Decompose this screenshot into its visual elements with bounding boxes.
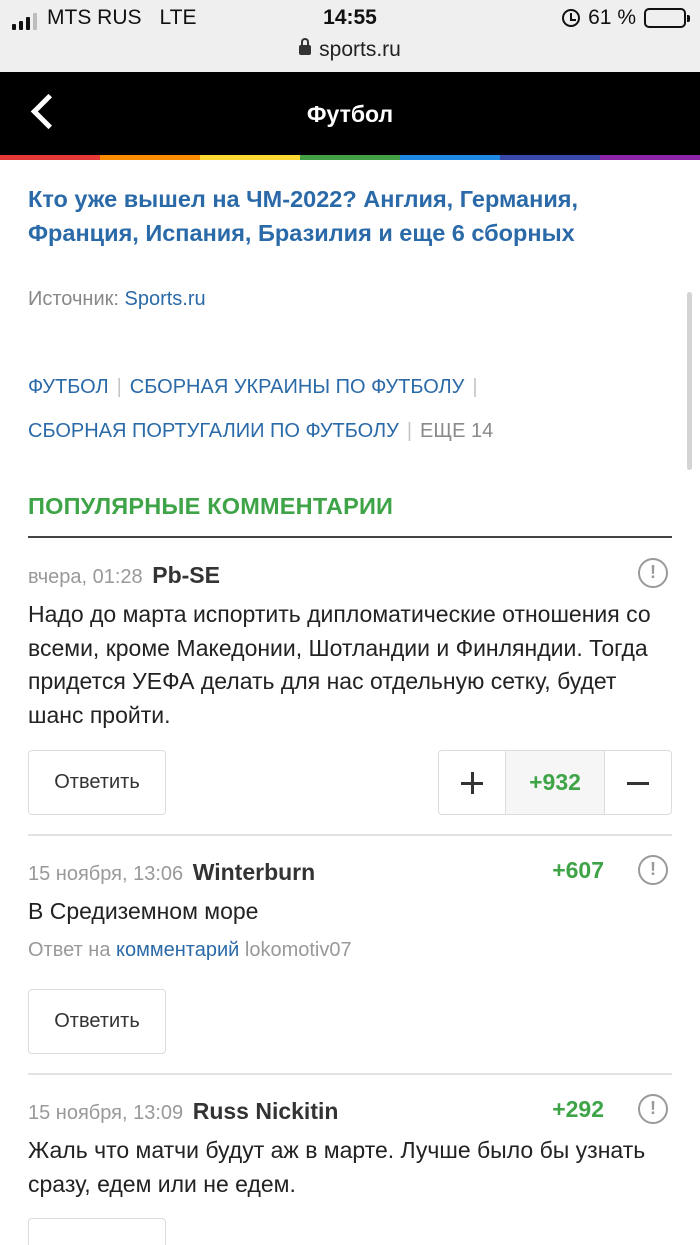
- source-label: Источник:: [28, 288, 119, 310]
- status-bar: MTS RUS LTE 14:55 61 % sports.ru: [0, 0, 700, 72]
- accent-stripe-segment: [300, 155, 400, 160]
- accent-stripe-segment: [100, 155, 200, 160]
- accent-stripe-segment: [500, 155, 600, 160]
- tag-portugal-team[interactable]: СБОРНАЯ ПОРТУГАЛИИ ПО ФУТБОЛУ: [28, 420, 399, 442]
- scrollbar[interactable]: [687, 292, 692, 470]
- vote-score: +932: [505, 751, 605, 814]
- battery-icon: [644, 8, 690, 28]
- reply-to-comment-link[interactable]: комментарий: [116, 939, 239, 961]
- tag-separator: |: [116, 376, 122, 398]
- report-icon[interactable]: !: [638, 558, 668, 588]
- accent-stripe-segment: [400, 155, 500, 160]
- comment-text: Надо до марта испортить дипломатические …: [28, 601, 651, 728]
- tag-list: ФУТБОЛ | СБОРНАЯ УКРАИНЫ ПО ФУТБОЛУ | СБОРН…: [28, 365, 668, 453]
- comment-meta: вчера, 01:28 Pb-SE !: [28, 558, 672, 592]
- reply-to-info: Ответ на комментарий lokomotiv07: [28, 939, 672, 962]
- comment-text: В Средиземном море: [28, 898, 259, 924]
- report-icon[interactable]: !: [638, 855, 668, 885]
- comment-meta: 15 ноября, 13:06 Winterburn +607 !: [28, 855, 672, 889]
- accent-stripe-segment: [600, 155, 700, 160]
- upvote-button[interactable]: [439, 751, 505, 814]
- status-icons: 61 %: [562, 6, 690, 30]
- popular-comments-heading: ПОПУЛЯРНЫЕ КОММЕНТАРИИ: [28, 493, 394, 519]
- page-title: Футбол: [306, 101, 394, 127]
- article-source: Источник: Sports.ru: [28, 288, 206, 311]
- reply-to-prefix: Ответ на: [28, 938, 111, 961]
- source-link[interactable]: Sports.ru: [125, 288, 206, 310]
- comment-divider: [28, 1073, 672, 1075]
- app-header: Футбол: [0, 72, 700, 155]
- reply-button[interactable]: Ответить: [28, 750, 166, 815]
- url-text: sports.ru: [319, 38, 401, 61]
- lock-icon: [299, 38, 312, 55]
- comment-divider: [28, 834, 672, 836]
- battery-percent: 61 %: [588, 6, 636, 29]
- comment-item: вчера, 01:28 Pb-SE ! Надо до марта испор…: [28, 558, 672, 732]
- tags-more-link[interactable]: ЕЩЕ 14: [420, 420, 493, 442]
- downvote-button[interactable]: [605, 751, 671, 814]
- tag-football[interactable]: ФУТБОЛ: [28, 376, 109, 398]
- comment-item: 15 ноября, 13:09 Russ Nickitin +292 ! Жа…: [28, 1094, 672, 1201]
- reply-to-user[interactable]: lokomotiv07: [245, 939, 352, 961]
- comment-score: +607: [552, 857, 604, 883]
- comment-text: Жаль что матчи будут аж в марте. Лучше б…: [28, 1137, 646, 1197]
- reply-button[interactable]: Ответить: [28, 989, 166, 1054]
- comment-author[interactable]: Russ Nickitin: [193, 1098, 339, 1124]
- vote-control: +932: [438, 750, 672, 815]
- article-title-link[interactable]: Кто уже вышел на ЧМ-2022? Англия, Герман…: [28, 182, 648, 250]
- address-bar[interactable]: sports.ru: [0, 38, 700, 62]
- accent-stripe-segment: [200, 155, 300, 160]
- comment-time: 15 ноября, 13:06: [28, 863, 184, 885]
- tag-separator: |: [406, 420, 413, 442]
- section-divider: [28, 536, 672, 538]
- comment-score: +292: [552, 1096, 604, 1122]
- accent-stripe-segment: [0, 155, 100, 160]
- reply-button[interactable]: [28, 1218, 166, 1245]
- accent-stripe: [0, 155, 700, 160]
- comment-author[interactable]: Winterburn: [193, 859, 315, 885]
- comment-author[interactable]: Pb-SE: [152, 562, 220, 588]
- tag-separator: |: [472, 376, 478, 398]
- comment-meta: 15 ноября, 13:09 Russ Nickitin +292 !: [28, 1094, 672, 1128]
- report-icon[interactable]: !: [638, 1094, 668, 1124]
- alarm-icon: [562, 9, 581, 27]
- comment-time: вчера, 01:28: [28, 566, 143, 588]
- tag-ukraine-team[interactable]: СБОРНАЯ УКРАИНЫ ПО ФУТБОЛУ: [130, 376, 465, 398]
- comment-item: 15 ноября, 13:06 Winterburn +607 ! В Сре…: [28, 855, 672, 962]
- comment-time: 15 ноября, 13:09: [28, 1102, 184, 1124]
